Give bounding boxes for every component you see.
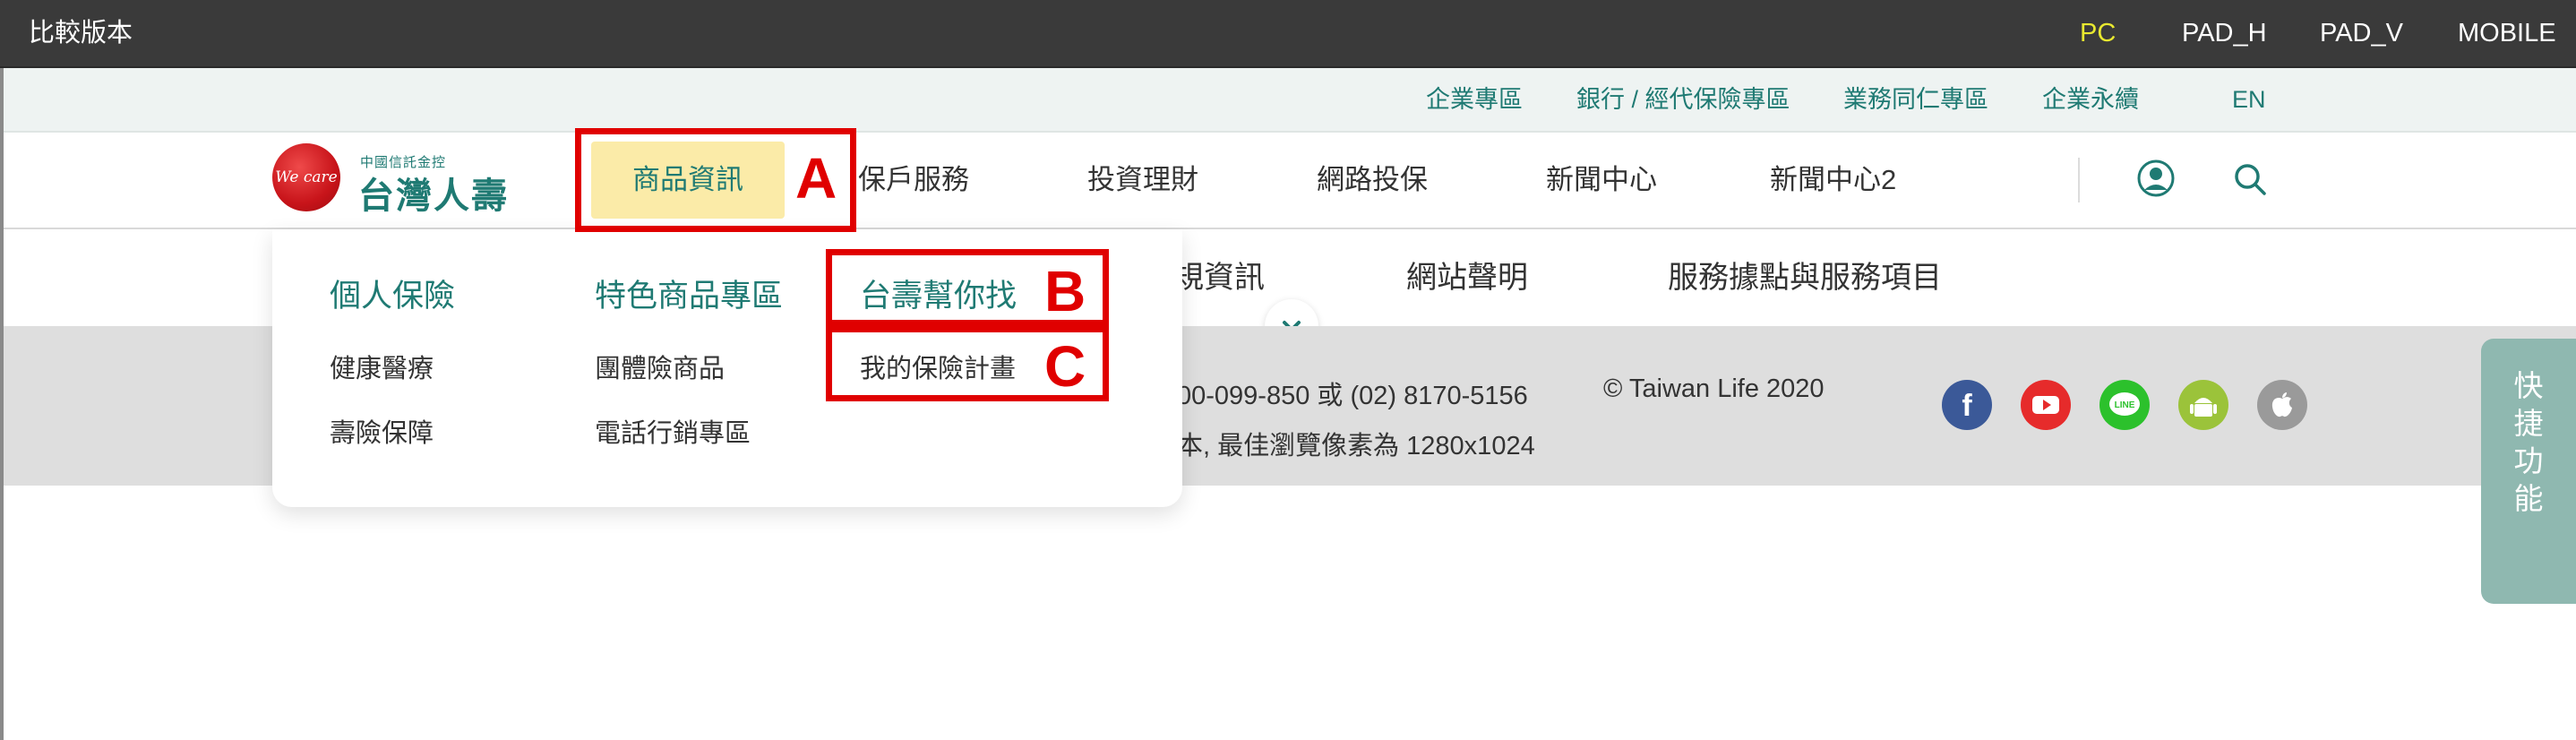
annotation-label-c: C xyxy=(1044,334,1086,399)
annotation-label-a: A xyxy=(795,146,837,211)
logo-name[interactable]: 台灣人壽 xyxy=(358,167,509,219)
youtube-icon[interactable] xyxy=(2021,380,2071,430)
util-link-bank-broker[interactable]: 銀行 / 經代保險專區 xyxy=(1576,68,1790,131)
search-icon[interactable] xyxy=(2232,161,2268,197)
menu-item-life-protection[interactable]: 壽險保障 xyxy=(330,412,434,450)
line-icon[interactable]: LINE xyxy=(2099,380,2150,430)
nav-divider xyxy=(2078,158,2080,202)
util-link-agents[interactable]: 業務同仁專區 xyxy=(1843,68,1988,131)
utility-bar xyxy=(4,68,2576,133)
nav-item-news[interactable]: 新聞中心 xyxy=(1546,133,1657,228)
util-link-sustainability[interactable]: 企業永續 xyxy=(2042,68,2139,131)
annotation-label-b: B xyxy=(1044,259,1086,323)
android-icon[interactable] xyxy=(2178,380,2228,430)
menu-item-telemarketing[interactable]: 電話行銷專區 xyxy=(595,412,751,450)
version-pad-h[interactable]: PAD_H xyxy=(2182,0,2267,66)
footer-browser-note: 本, 最佳瀏覽像素為 1280x1024 xyxy=(1177,432,1535,460)
link-site-statement[interactable]: 網站聲明 xyxy=(1406,229,1528,326)
nav-item-investment[interactable]: 投資理財 xyxy=(1087,133,1198,228)
apple-icon[interactable] xyxy=(2257,380,2307,430)
user-icon[interactable] xyxy=(2137,159,2175,197)
link-regulatory-info[interactable]: 規資訊 xyxy=(1173,229,1265,326)
compare-version-title: 比較版本 xyxy=(29,19,133,47)
nav-item-online-insurance[interactable]: 網路投保 xyxy=(1317,133,1428,228)
quick-function-label: 快 捷 功 能 xyxy=(2513,369,2544,515)
version-mobile[interactable]: MOBILE xyxy=(2458,0,2556,66)
util-link-enterprise[interactable]: 企業專區 xyxy=(1426,68,1523,131)
version-pc[interactable]: PC xyxy=(2080,0,2116,66)
menu-item-health-medical[interactable]: 健康醫療 xyxy=(330,348,434,385)
link-service-locations[interactable]: 服務據點與服務項目 xyxy=(1668,229,1942,326)
menu-heading-personal-insurance[interactable]: 個人保險 xyxy=(330,271,455,316)
footer-copyright: © Taiwan Life 2020 xyxy=(1603,374,1825,403)
svg-text:LINE: LINE xyxy=(2115,400,2135,410)
facebook-icon[interactable]: f xyxy=(1942,380,1992,430)
logo-script: We care Family xyxy=(275,168,338,254)
util-link-english[interactable]: EN xyxy=(2232,68,2266,131)
menu-item-group-insurance[interactable]: 團體險商品 xyxy=(595,348,725,385)
nav-item-news-2[interactable]: 新聞中心2 xyxy=(1770,133,1896,228)
version-pad-v[interactable]: PAD_V xyxy=(2320,0,2403,66)
footer-phone: 00-099-850 或 (02) 8170-5156 xyxy=(1177,382,1528,410)
menu-heading-featured-products[interactable]: 特色商品專區 xyxy=(595,271,783,316)
nav-item-policyholder-service[interactable]: 保戶服務 xyxy=(858,133,969,228)
svg-text:f: f xyxy=(1962,389,1972,423)
